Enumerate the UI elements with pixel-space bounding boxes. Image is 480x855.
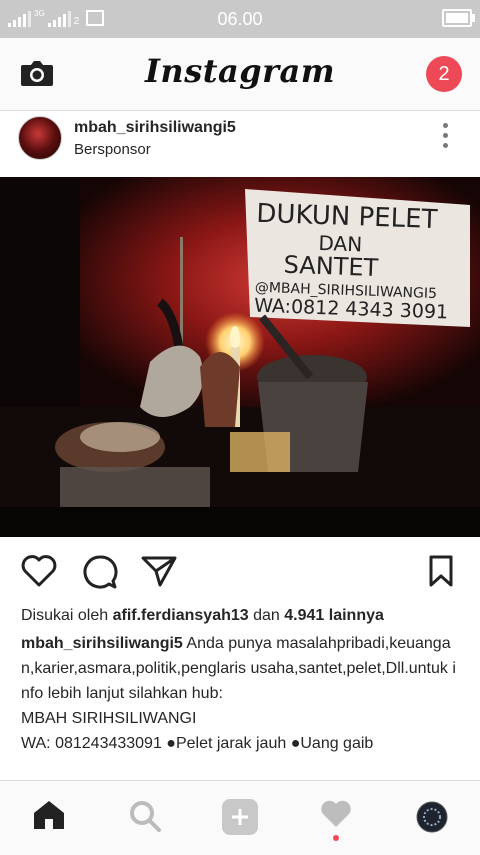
likes-middle: dan — [253, 607, 280, 624]
profile-avatar-icon[interactable] — [416, 801, 448, 838]
search-icon[interactable] — [128, 799, 162, 838]
post-actions — [0, 548, 480, 596]
sign-line-3: SANTET — [283, 251, 379, 282]
home-icon[interactable] — [32, 799, 66, 836]
likes-user-link[interactable]: afif.ferdiansyah13 — [113, 607, 249, 624]
status-bar: 3G 2 06.00 — [0, 0, 480, 38]
likes-count-link[interactable]: 4.941 lainnya — [284, 607, 384, 624]
caption-line-2: MBAH SIRIHSILIWANGI — [21, 710, 197, 727]
activity-dot — [333, 835, 339, 841]
add-icon[interactable] — [222, 799, 258, 840]
heart-icon[interactable] — [20, 554, 58, 593]
activity-heart-icon[interactable] — [320, 799, 352, 834]
more-options-icon[interactable] — [438, 123, 452, 153]
caption-username[interactable]: mbah_sirihsiliwangi5 — [21, 635, 183, 652]
likes-summary: Disukai oleh afif.ferdiansyah13 dan 4.94… — [21, 607, 384, 625]
post-image[interactable]: DUKUN PELET DAN SANTET @MBAH_SIRIHSILIWA… — [0, 177, 480, 537]
comment-icon[interactable] — [82, 554, 118, 595]
post-caption: mbah_sirihsiliwangi5 Anda punya masalahp… — [21, 631, 461, 756]
battery-icon — [442, 9, 475, 27]
sponsored-label: Bersponsor — [74, 141, 151, 158]
top-bar: Instagram 2 — [0, 38, 480, 111]
post-header: mbah_sirihsiliwangi5 Bersponsor — [0, 111, 480, 177]
sign-line-1: DUKUN PELET — [256, 199, 438, 235]
clock: 06.00 — [217, 9, 263, 29]
bottom-tab-bar — [0, 780, 480, 855]
share-icon[interactable] — [140, 554, 178, 593]
likes-prefix: Disukai oleh — [21, 607, 109, 624]
post-username[interactable]: mbah_sirihsiliwangi5 — [74, 119, 236, 137]
app-title: Instagram — [144, 52, 336, 90]
avatar[interactable] — [18, 116, 62, 160]
notification-badge[interactable]: 2 — [426, 56, 462, 92]
bookmark-icon[interactable] — [428, 554, 454, 593]
caption-line-3: WA: 081243433091 ●Pelet jarak jauh ●Uang… — [21, 735, 374, 752]
